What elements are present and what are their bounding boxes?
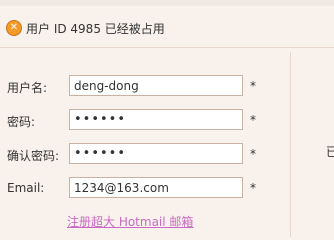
alert-message: 用户 ID 4985 已经被占用 [26, 21, 165, 36]
right-panel-text: 已 [326, 145, 334, 159]
email-row: Email: * [0, 177, 334, 203]
password-row: 密码: * [0, 109, 334, 135]
password-input[interactable] [69, 109, 243, 130]
required-mark: * [250, 113, 256, 127]
error-alert: ✕ 用户 ID 4985 已经被占用 [6, 18, 165, 38]
username-input[interactable] [69, 75, 243, 96]
top-strip [0, 0, 334, 6]
error-icon: ✕ [6, 20, 22, 36]
required-mark: * [250, 79, 256, 93]
hotmail-signup-link[interactable]: 注册超大 Hotmail 邮箱 [67, 213, 193, 230]
username-row: 用户名: * [0, 75, 334, 101]
required-mark: * [250, 181, 256, 195]
confirm-password-input[interactable] [69, 143, 243, 164]
username-label: 用户名: [7, 81, 48, 95]
confirm-password-row: 确认密码: * [0, 143, 334, 169]
required-mark: * [250, 147, 256, 161]
divider [0, 47, 334, 48]
confirm-password-label: 确认密码: [7, 149, 60, 163]
email-input[interactable] [69, 177, 243, 198]
email-label: Email: [7, 181, 45, 195]
password-label: 密码: [7, 115, 36, 129]
panel-divider [290, 52, 291, 237]
